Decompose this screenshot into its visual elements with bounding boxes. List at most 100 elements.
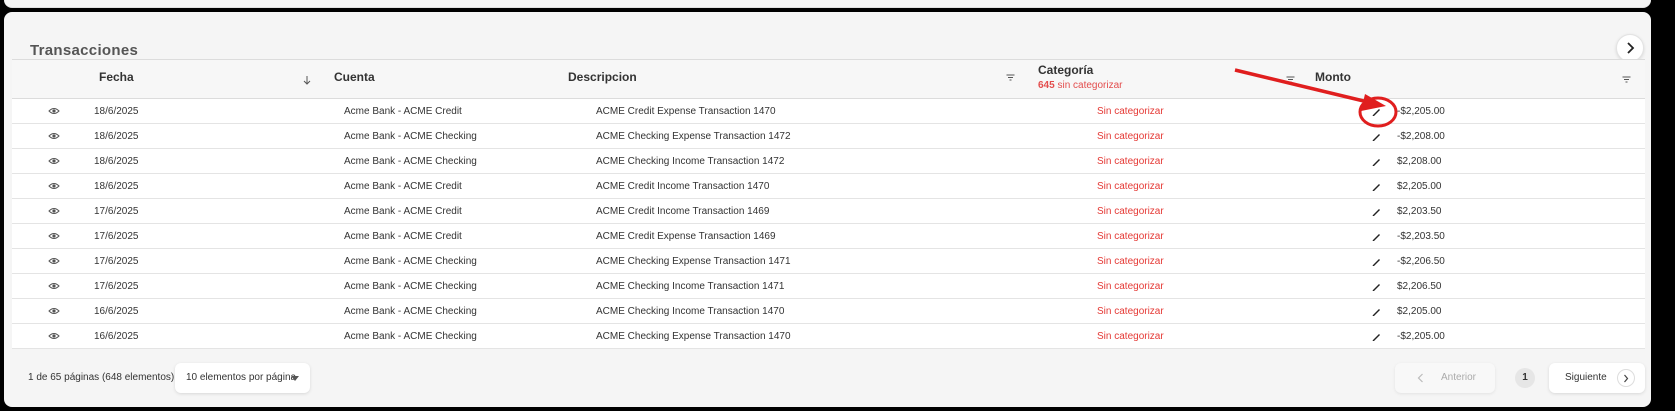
cell-categoria[interactable]: Sin categorizar [1097, 199, 1164, 224]
cell-categoria[interactable]: Sin categorizar [1097, 274, 1164, 299]
cell-cuenta: Acme Bank - ACME Credit [344, 231, 462, 242]
screen-frame: Transacciones Fecha Cuenta Descripcion C… [0, 0, 1675, 411]
pencil-icon[interactable] [1371, 256, 1382, 267]
filter-icon[interactable] [1006, 74, 1015, 81]
cell-monto: -$2,205.00 [1397, 106, 1445, 117]
pencil-icon[interactable] [1371, 206, 1382, 217]
previous-card-edge [4, 0, 1651, 8]
cell-categoria[interactable]: Sin categorizar [1097, 149, 1164, 174]
table-body: 18/6/2025 Acme Bank - ACME Credit ACME Cre… [12, 99, 1645, 349]
eye-icon[interactable] [48, 206, 60, 216]
cell-fecha: 17/6/2025 [94, 281, 139, 292]
table-row[interactable]: 18/6/2025 Acme Bank - ACME Credit ACME Cre… [12, 174, 1645, 199]
pencil-icon[interactable] [1371, 106, 1382, 117]
uncategorized-count: 645 sin categorizar [1038, 80, 1123, 91]
cell-descripcion: ACME Checking Income Transaction 1470 [596, 306, 785, 317]
eye-icon[interactable] [48, 306, 60, 316]
cell-fecha: 16/6/2025 [94, 331, 139, 342]
cell-categoria[interactable]: Sin categorizar [1097, 299, 1164, 324]
cell-descripcion: ACME Checking Expense Transaction 1471 [596, 256, 791, 267]
eye-icon[interactable] [48, 331, 60, 341]
cell-cuenta: Acme Bank - ACME Credit [344, 181, 462, 192]
header-fecha[interactable]: Fecha [99, 70, 134, 84]
cell-monto: -$2,206.50 [1397, 256, 1445, 267]
table-header: Fecha Cuenta Descripcion Categoría 645 s… [12, 59, 1645, 99]
cell-categoria[interactable]: Sin categorizar [1097, 249, 1164, 274]
cell-categoria[interactable]: Sin categorizar [1097, 99, 1164, 124]
chevron-left-icon [1417, 373, 1423, 383]
table-row[interactable]: 17/6/2025 Acme Bank - ACME Credit ACME Cre… [12, 224, 1645, 249]
cell-categoria[interactable]: Sin categorizar [1097, 224, 1164, 249]
card-title: Transacciones [30, 42, 139, 59]
card-expand-button[interactable] [1616, 34, 1644, 62]
cell-descripcion: ACME Checking Income Transaction 1472 [596, 156, 785, 167]
cell-descripcion: ACME Credit Expense Transaction 1470 [596, 106, 776, 117]
pencil-icon[interactable] [1371, 131, 1382, 142]
uncategorized-count-number: 645 [1038, 80, 1055, 91]
eye-icon[interactable] [48, 156, 60, 166]
cell-descripcion: ACME Credit Expense Transaction 1469 [596, 231, 776, 242]
header-descripcion[interactable]: Descripcion [568, 70, 637, 84]
cell-fecha: 16/6/2025 [94, 306, 139, 317]
pencil-icon[interactable] [1371, 231, 1382, 242]
eye-icon[interactable] [48, 106, 60, 116]
filter-icon[interactable] [1622, 76, 1631, 83]
pencil-icon[interactable] [1371, 306, 1382, 317]
table-row[interactable]: 18/6/2025 Acme Bank - ACME Credit ACME Cre… [12, 99, 1645, 124]
cell-fecha: 18/6/2025 [94, 106, 139, 117]
pencil-icon[interactable] [1371, 331, 1382, 342]
filter-icon[interactable] [1286, 76, 1295, 83]
cell-fecha: 18/6/2025 [94, 156, 139, 167]
pencil-icon[interactable] [1371, 281, 1382, 292]
cell-categoria[interactable]: Sin categorizar [1097, 324, 1164, 349]
cell-cuenta: Acme Bank - ACME Checking [344, 306, 477, 317]
cell-categoria[interactable]: Sin categorizar [1097, 124, 1164, 149]
cell-descripcion: ACME Checking Income Transaction 1471 [596, 281, 785, 292]
page-number-current[interactable]: 1 [1515, 368, 1535, 388]
transactions-table: Fecha Cuenta Descripcion Categoría 645 s… [12, 59, 1645, 349]
header-monto[interactable]: Monto [1315, 70, 1351, 84]
cell-categoria[interactable]: Sin categorizar [1097, 174, 1164, 199]
eye-icon[interactable] [48, 256, 60, 266]
pagination-range: 1 de 65 páginas (648 elementos) [28, 372, 175, 383]
eye-icon[interactable] [48, 181, 60, 191]
header-categoria[interactable]: Categoría [1038, 63, 1093, 77]
cell-cuenta: Acme Bank - ACME Credit [344, 106, 462, 117]
cell-descripcion: ACME Checking Expense Transaction 1470 [596, 331, 791, 342]
table-row[interactable]: 17/6/2025 Acme Bank - ACME Checking ACME C… [12, 249, 1645, 274]
cell-cuenta: Acme Bank - ACME Checking [344, 156, 477, 167]
cell-monto: -$2,205.00 [1397, 331, 1445, 342]
cell-monto: $2,208.00 [1397, 156, 1442, 167]
eye-icon[interactable] [48, 231, 60, 241]
pencil-icon[interactable] [1371, 181, 1382, 192]
caret-down-icon [291, 376, 299, 381]
previous-page-button[interactable]: Anterior [1395, 363, 1495, 393]
uncategorized-count-label: sin categorizar [1057, 80, 1123, 91]
eye-icon[interactable] [48, 281, 60, 291]
table-row[interactable]: 18/6/2025 Acme Bank - ACME Checking ACME C… [12, 124, 1645, 149]
pencil-icon[interactable] [1371, 156, 1382, 167]
cell-monto: $2,206.50 [1397, 281, 1442, 292]
page-size-select[interactable]: 10 elementos por página [175, 363, 310, 393]
sort-down-arrow-icon[interactable] [303, 75, 311, 85]
page-size-label: 10 elementos por página [186, 372, 297, 383]
table-row[interactable]: 16/6/2025 Acme Bank - ACME Checking ACME C… [12, 324, 1645, 349]
cell-cuenta: Acme Bank - ACME Checking [344, 331, 477, 342]
next-page-button[interactable]: Siguiente [1549, 363, 1645, 393]
cell-monto: $2,205.00 [1397, 306, 1442, 317]
cell-monto: -$2,203.50 [1397, 231, 1445, 242]
table-row[interactable]: 17/6/2025 Acme Bank - ACME Credit ACME Cre… [12, 199, 1645, 224]
cell-descripcion: ACME Credit Income Transaction 1470 [596, 181, 770, 192]
table-row[interactable]: 18/6/2025 Acme Bank - ACME Checking ACME C… [12, 149, 1645, 174]
cell-fecha: 17/6/2025 [94, 256, 139, 267]
eye-icon[interactable] [48, 131, 60, 141]
chevron-right-icon [1617, 369, 1635, 387]
cell-descripcion: ACME Checking Expense Transaction 1472 [596, 131, 791, 142]
cell-cuenta: Acme Bank - ACME Checking [344, 256, 477, 267]
table-row[interactable]: 16/6/2025 Acme Bank - ACME Checking ACME C… [12, 299, 1645, 324]
cell-descripcion: ACME Credit Income Transaction 1469 [596, 206, 770, 217]
cell-cuenta: Acme Bank - ACME Credit [344, 206, 462, 217]
cell-fecha: 17/6/2025 [94, 231, 139, 242]
table-row[interactable]: 17/6/2025 Acme Bank - ACME Checking ACME C… [12, 274, 1645, 299]
header-cuenta[interactable]: Cuenta [334, 70, 375, 84]
